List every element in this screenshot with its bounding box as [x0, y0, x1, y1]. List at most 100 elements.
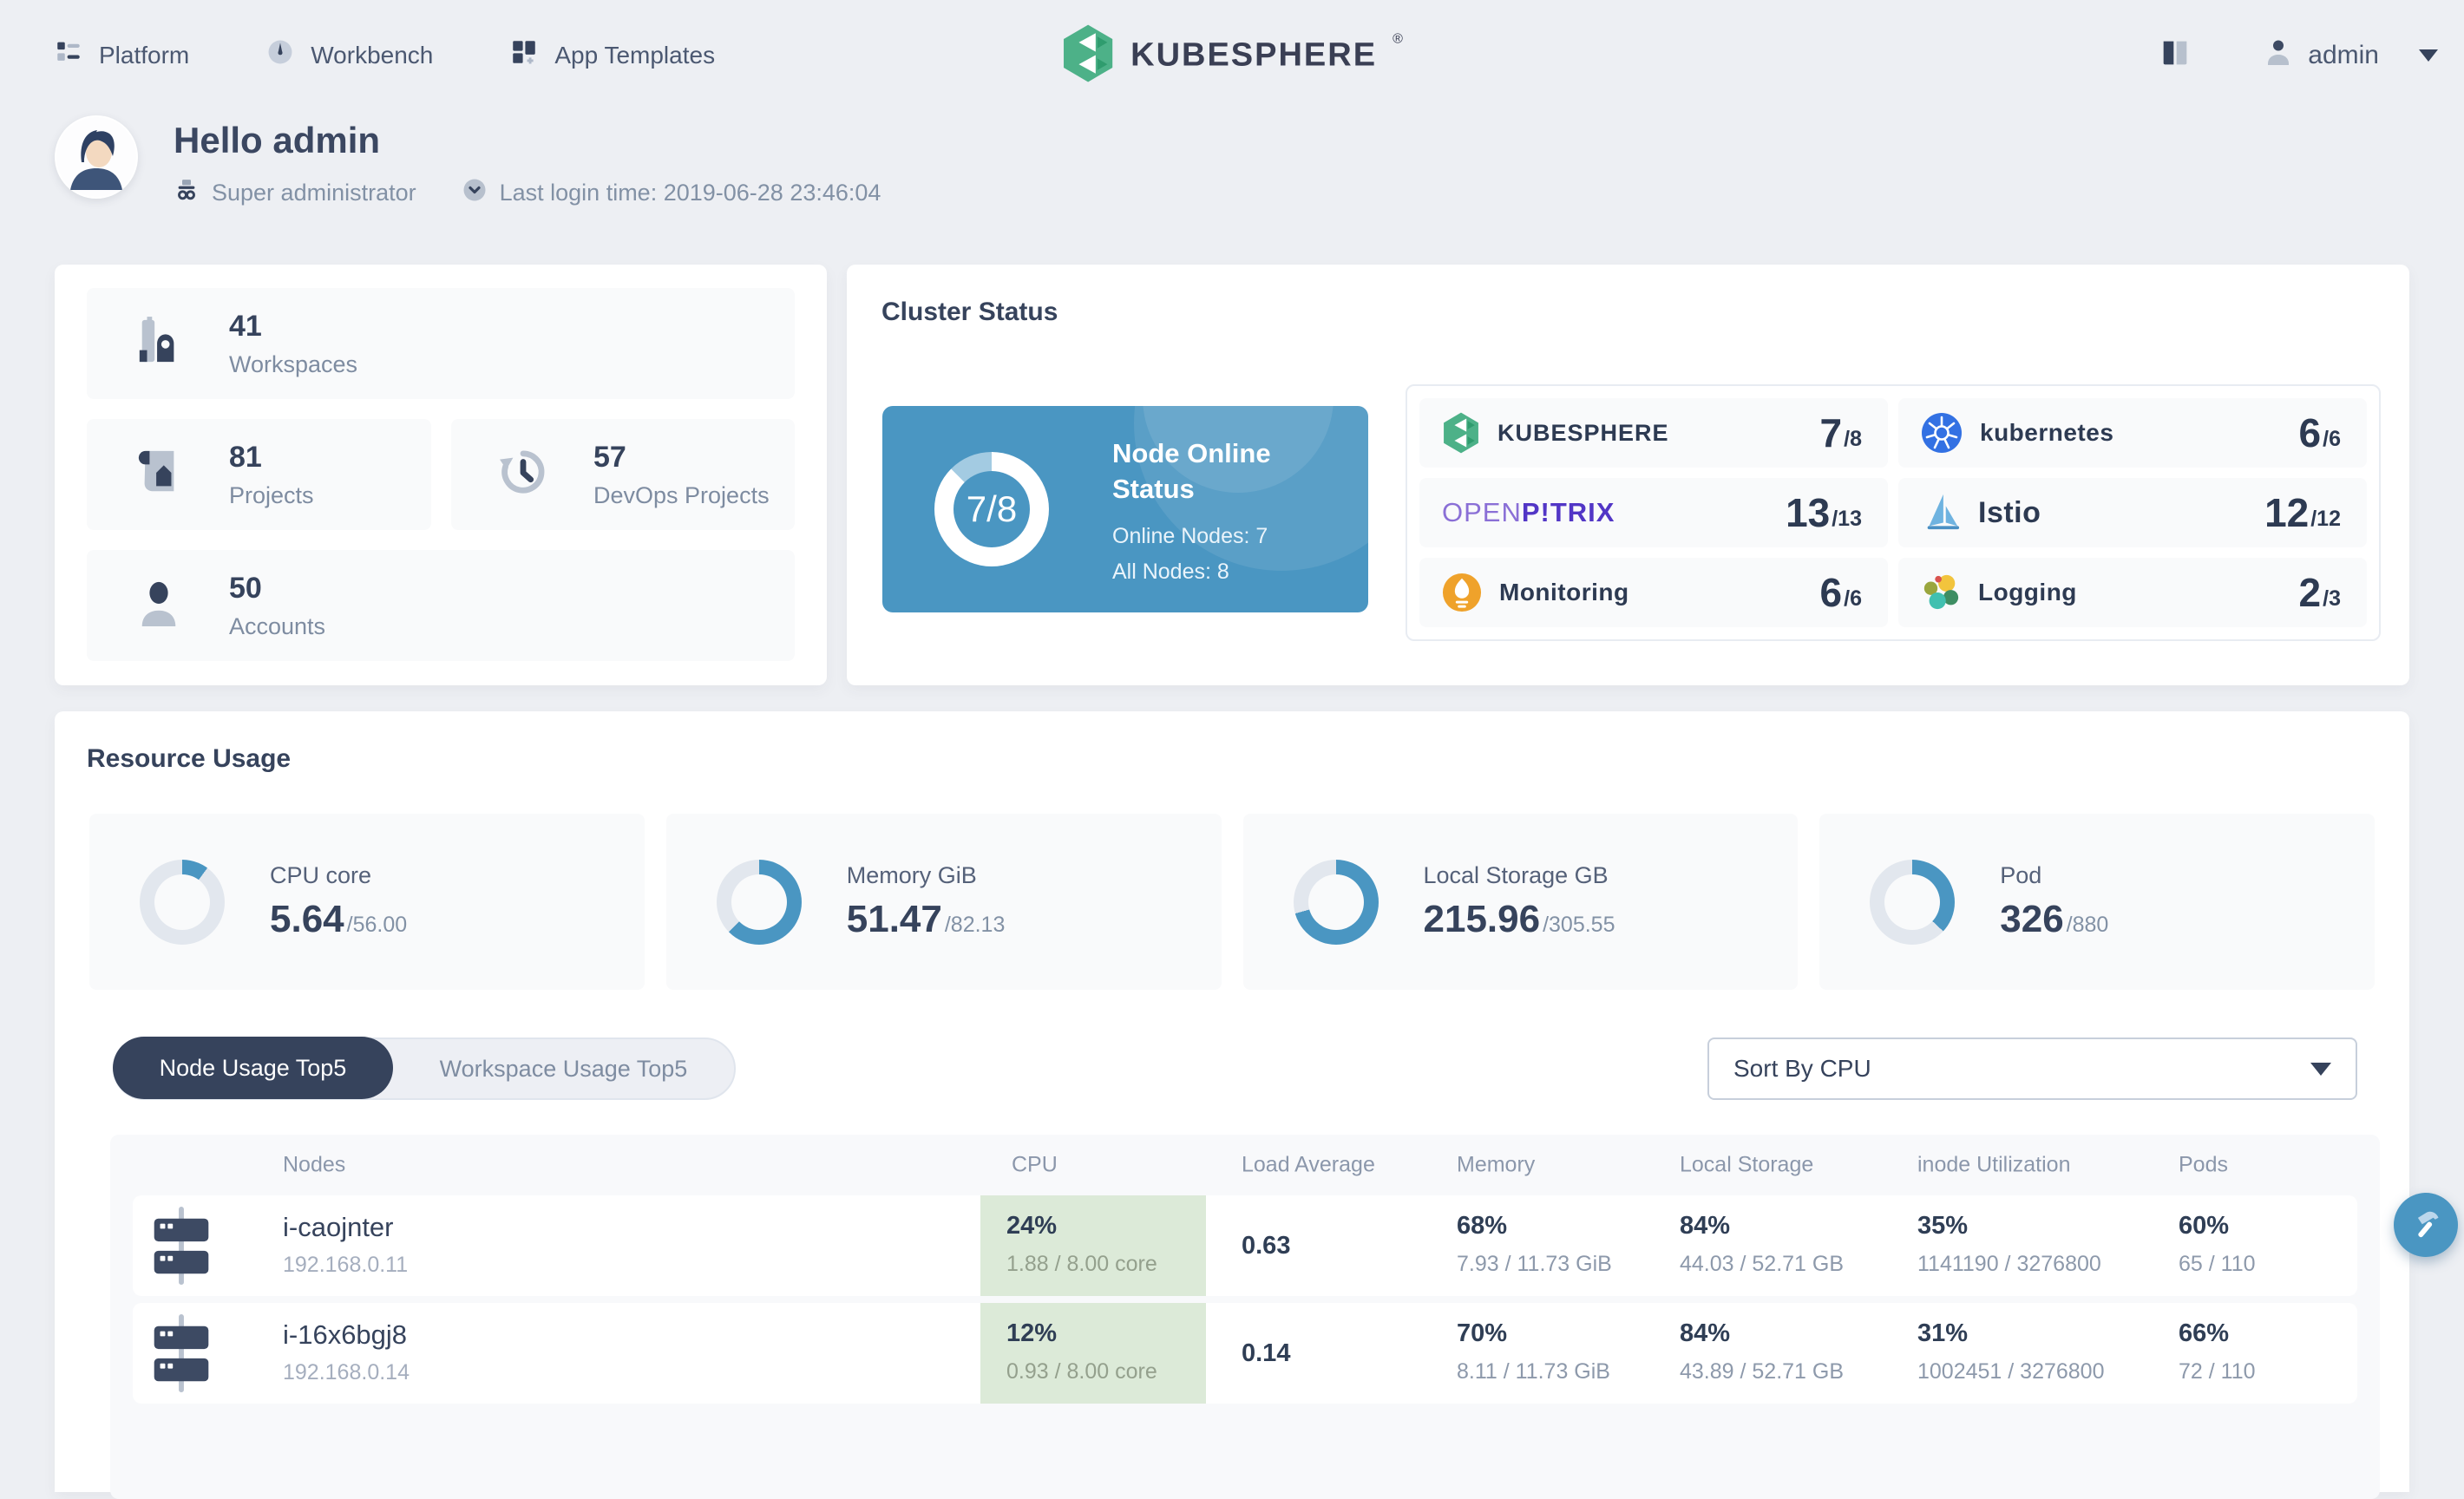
component-kubesphere: KUBESPHERE 7 /8 — [1419, 398, 1888, 468]
gauge-total: /305.55 — [1543, 913, 1615, 937]
kubesphere-hexagon-logo-icon — [1061, 23, 1115, 88]
gauge-used: 51.47 — [846, 898, 942, 940]
component-total: /12 — [2310, 506, 2341, 531]
component-name: Monitoring — [1499, 579, 1629, 605]
user-icon — [2263, 36, 2294, 75]
component-monitoring: Monitoring 6 /6 — [1419, 558, 1888, 627]
node-online-status-panel: 7/8 Node Online Status Online Nodes: 7 A… — [882, 406, 1368, 612]
server-node-icon — [150, 1314, 213, 1397]
component-total: /8 — [1844, 426, 1862, 451]
stat-projects[interactable]: 81 Projects — [87, 419, 431, 530]
component-logging: Logging 2 /3 — [1898, 558, 2367, 627]
component-openpitrix: OPEN P!TRIX 13 /13 — [1419, 478, 1888, 547]
component-name: Logging — [1978, 579, 2077, 605]
chevron-down-icon — [2419, 49, 2438, 62]
user-name: admin — [2308, 40, 2379, 69]
component-value: 13 — [1786, 490, 1831, 535]
memory-donut-chart — [716, 859, 802, 945]
docs-book-icon[interactable] — [2157, 36, 2193, 75]
component-name: kubernetes — [1980, 419, 2114, 446]
components-grid: KUBESPHERE 7 /8 kubernetes 6 /6 OPEN P!TR… — [1406, 384, 2381, 641]
resource-usage-title: Resource Usage — [87, 744, 292, 773]
gauge-local-storage: Local Storage GB 215.96/305.55 — [1242, 814, 1799, 990]
node-name: i-16x6bgj8 — [283, 1319, 408, 1350]
online-nodes-label: Online Nodes: 7 — [1112, 524, 1268, 548]
role-badge: Super administrator — [174, 177, 416, 209]
server-node-icon — [150, 1207, 213, 1289]
component-value: 6 — [2298, 410, 2322, 455]
sort-by-value: Sort By CPU — [1733, 1055, 1871, 1082]
user-menu[interactable]: admin — [2263, 36, 2438, 75]
component-name: Istio — [1978, 495, 2041, 529]
toolbox-fab-button[interactable] — [2394, 1193, 2458, 1257]
nav-workbench[interactable]: Workbench — [265, 37, 433, 73]
all-nodes-label: All Nodes: 8 — [1112, 560, 1229, 584]
gauge-used: 5.64 — [270, 898, 344, 940]
avatar — [55, 115, 138, 199]
sort-by-dropdown[interactable]: Sort By CPU — [1707, 1038, 2357, 1100]
node-online-donut-chart: 7/8 — [934, 452, 1049, 566]
inode-utilization-cell: 31% 1002451 / 3276800 — [1917, 1319, 2105, 1384]
tab-node-usage-top5[interactable]: Node Usage Top5 — [113, 1037, 393, 1099]
node-online-ratio: 7/8 — [966, 488, 1018, 529]
component-kubernetes: kubernetes 6 /6 — [1898, 398, 2367, 468]
admin-role-icon — [174, 177, 200, 209]
cluster-status-card: Cluster Status 7/8 Node Online Status On… — [847, 265, 2409, 685]
chevron-down-icon — [2310, 1062, 2331, 1076]
component-name: KUBESPHERE — [1497, 419, 1669, 446]
gauge-label: Pod — [2000, 862, 2042, 888]
top-nav: Platform Workbench App Templates KUBESPH… — [0, 0, 2464, 110]
accounts-label: Accounts — [229, 612, 326, 639]
component-value: 2 — [2298, 570, 2322, 615]
role-label: Super administrator — [212, 180, 416, 206]
brand-wordmark: KUBESPHERE — [1130, 36, 1378, 73]
projects-label: Projects — [229, 481, 314, 508]
tab-workspace-usage-top5[interactable]: Workspace Usage Top5 — [393, 1056, 734, 1083]
stat-workspaces[interactable]: 41 Workspaces — [87, 288, 795, 399]
devops-label: DevOps Projects — [593, 481, 770, 508]
kubesphere-logo — [1442, 411, 1480, 455]
workspaces-icon — [135, 316, 182, 371]
component-value: 12 — [2264, 490, 2310, 535]
nav-app-templates[interactable]: App Templates — [509, 37, 715, 73]
node-ip: 192.168.0.11 — [283, 1253, 409, 1277]
platform-icon — [54, 37, 83, 73]
gauge-cpu: CPU core 5.64/56.00 — [89, 814, 645, 990]
logging-logo — [1921, 573, 1961, 612]
nav-platform[interactable]: Platform — [54, 37, 189, 73]
table-header: Nodes CPU Load Average Memory Local Stor… — [133, 1135, 2357, 1195]
stat-devops-projects[interactable]: 57 DevOps Projects — [451, 419, 795, 530]
cpu-usage-cell: 24% 1.88 / 8.00 core — [980, 1195, 1206, 1296]
storage-donut-chart — [1293, 859, 1379, 945]
cpu-usage-cell: 12% 0.93 / 8.00 core — [980, 1303, 1206, 1404]
openpitrix-logo: OPEN P!TRIX — [1442, 497, 1615, 527]
last-login: Last login time: 2019-06-28 23:46:04 — [462, 177, 881, 209]
gauge-total: /56.00 — [346, 913, 408, 937]
resource-gauges: CPU core 5.64/56.00 Memory GiB 51.47/82.… — [89, 814, 2375, 990]
table-row[interactable]: i-caojnter 192.168.0.11 24% 1.88 / 8.00 … — [133, 1195, 2357, 1296]
node-usage-table: Nodes CPU Load Average Memory Local Stor… — [110, 1135, 2380, 1499]
stat-accounts[interactable]: 50 Accounts — [87, 550, 795, 661]
gauge-label: Memory GiB — [846, 862, 977, 888]
pods-cell: 66% 72 / 110 — [2179, 1319, 2256, 1384]
col-nodes: Nodes — [283, 1152, 346, 1177]
istio-logo — [1921, 493, 1961, 533]
overview-stats-card: 41 Workspaces 81 Projects 57 DevOps Proj… — [55, 265, 827, 685]
gauge-total: /880 — [2066, 913, 2109, 937]
kubesphere-brand[interactable]: KUBESPHERE ® — [1061, 23, 1403, 88]
node-ip: 192.168.0.14 — [283, 1360, 410, 1384]
accounts-count: 50 — [229, 571, 262, 605]
table-row[interactable]: i-16x6bgj8 192.168.0.14 12% 0.93 / 8.00 … — [133, 1303, 2357, 1404]
gauge-label: CPU core — [270, 862, 372, 888]
brand-registered-mark: ® — [1393, 31, 1403, 46]
workspaces-label: Workspaces — [229, 350, 358, 377]
component-total: /13 — [1832, 506, 1862, 531]
col-cpu: CPU — [1012, 1152, 1058, 1177]
component-total: /3 — [2323, 586, 2341, 611]
gauge-memory: Memory GiB 51.47/82.13 — [665, 814, 1222, 990]
kubernetes-logo — [1921, 412, 1963, 454]
memory-cell: 70% 8.11 / 11.73 GiB — [1457, 1319, 1610, 1384]
col-inode-utilization: inode Utilization — [1917, 1152, 2071, 1177]
toolbox-hammer-icon — [2408, 1207, 2443, 1244]
usage-tabs: Node Usage Top5 Workspace Usage Top5 — [113, 1037, 736, 1100]
